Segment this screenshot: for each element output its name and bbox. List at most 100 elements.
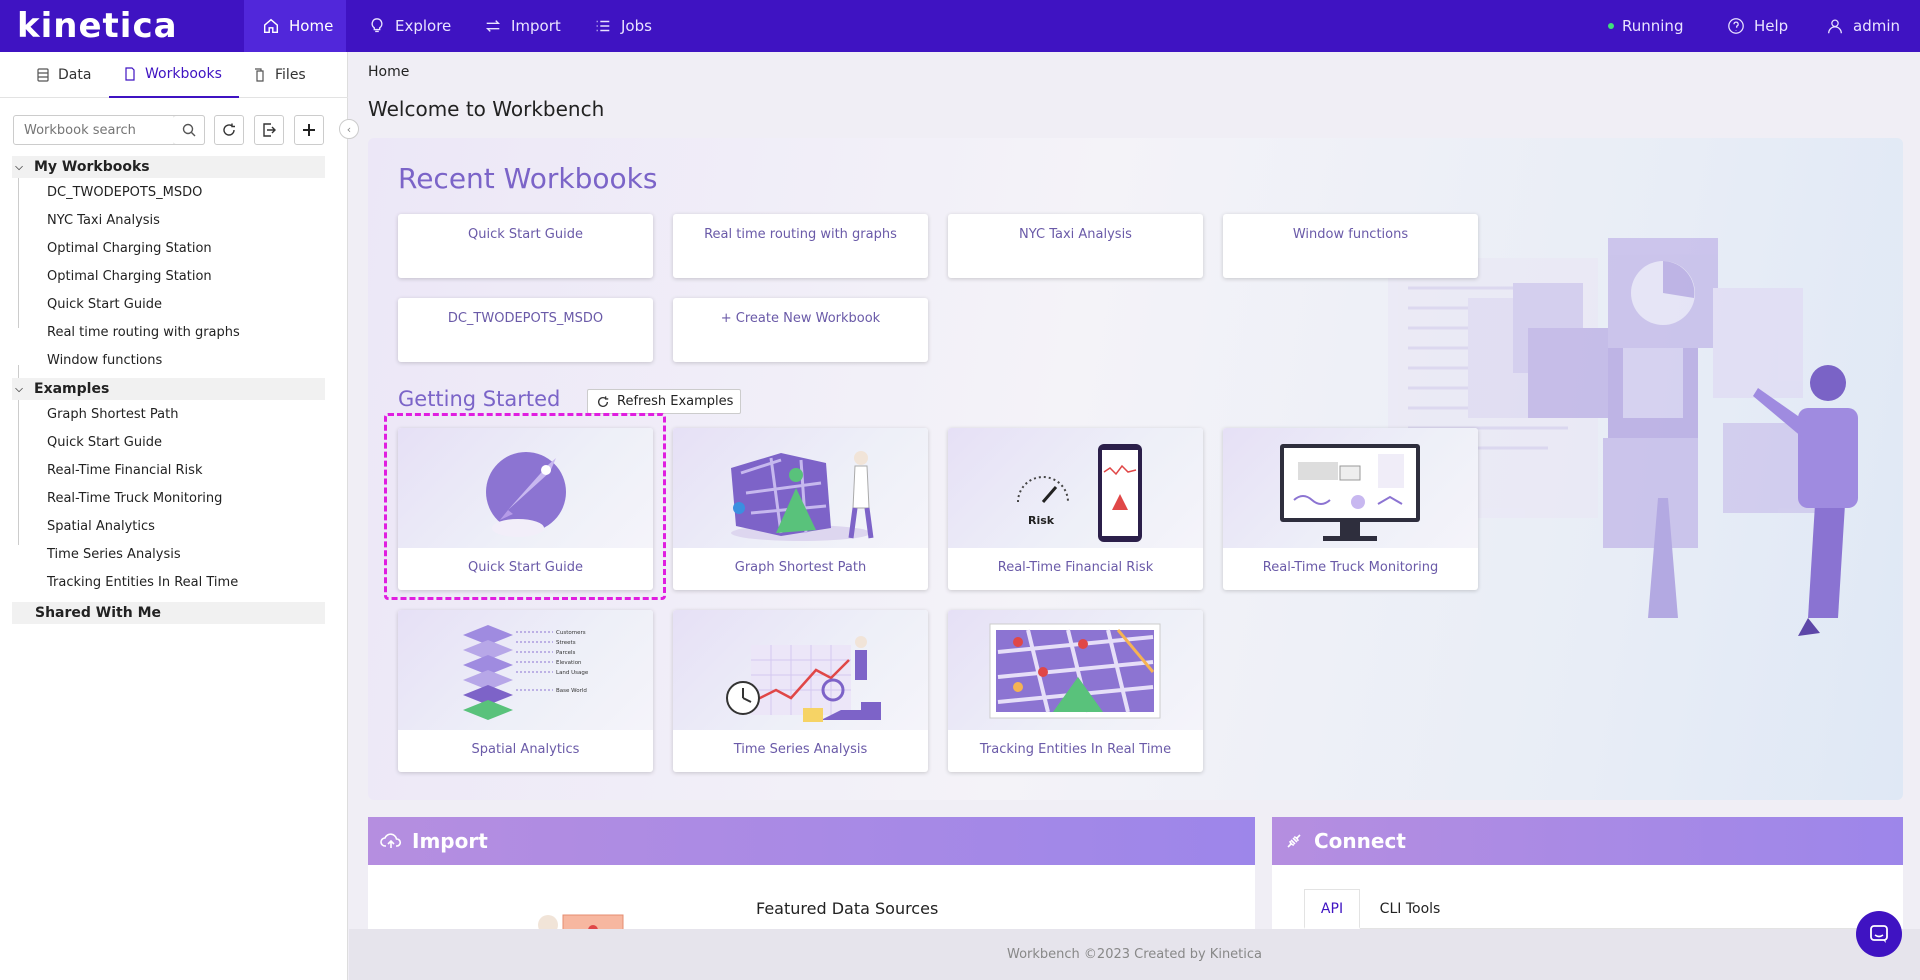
tab-files-label: Files	[275, 67, 306, 83]
tab-files[interactable]: Files	[253, 52, 306, 98]
tree-item[interactable]: Quick Start Guide	[47, 435, 162, 450]
tree-item[interactable]: Tracking Entities In Real Time	[47, 575, 238, 590]
import-panel-header: Import	[368, 817, 1255, 865]
page-title: Welcome to Workbench	[368, 97, 605, 121]
tree-item[interactable]: Real-Time Truck Monitoring	[47, 491, 222, 506]
top-navbar: kinetica Home Explore Import Jobs Runnin…	[0, 0, 1920, 52]
city-map-icon	[731, 451, 874, 541]
tree-item[interactable]: Optimal Charging Station	[47, 269, 212, 284]
home-icon	[263, 18, 279, 34]
sidebar-tabs: Data Workbooks Files	[0, 52, 348, 98]
layer-label: Elevation	[556, 660, 582, 666]
tab-cli-tools[interactable]: CLI Tools	[1364, 889, 1456, 929]
nav-jobs[interactable]: Jobs	[594, 0, 652, 52]
status-label: Running	[1622, 17, 1684, 35]
rocket-icon	[486, 452, 566, 537]
search-button[interactable]	[173, 115, 205, 145]
swap-icon	[485, 20, 501, 32]
example-thumbnail	[673, 428, 928, 548]
connect-panel-header: Connect	[1272, 817, 1903, 865]
layer-label: Streets	[556, 640, 576, 646]
tree-item[interactable]: NYC Taxi Analysis	[47, 213, 160, 228]
example-card-financial-risk[interactable]: Risk Real-Time Financial Risk	[948, 428, 1203, 590]
group-label: My Workbooks	[34, 159, 150, 175]
group-label: Examples	[34, 381, 110, 397]
nav-home[interactable]: Home	[244, 0, 346, 52]
refresh-examples-label: Refresh Examples	[617, 394, 734, 409]
import-workbook-button[interactable]	[254, 115, 284, 145]
example-card-label: Real-Time Truck Monitoring	[1262, 560, 1439, 575]
chevron-down-icon: ⌵	[15, 383, 23, 395]
recent-workbook-card[interactable]: Quick Start Guide	[398, 214, 653, 278]
layer-label: Land Usage	[556, 670, 589, 676]
refresh-button[interactable]	[214, 115, 244, 145]
example-card-spatial-analytics[interactable]: Customers Streets Parcels Elevation Land…	[398, 610, 653, 772]
tab-data[interactable]: Data	[36, 52, 91, 98]
status-dot-icon	[1608, 23, 1614, 29]
layer-label: Customers	[556, 630, 586, 636]
example-card-label: Time Series Analysis	[733, 742, 868, 757]
user-menu[interactable]: admin	[1826, 0, 1900, 52]
refresh-examples-button[interactable]: Refresh Examples	[587, 389, 741, 414]
tree-group-my-workbooks[interactable]: ⌵ My Workbooks	[12, 156, 325, 178]
nav-import-label: Import	[511, 17, 561, 35]
tree-item[interactable]: Real-Time Financial Risk	[47, 463, 202, 478]
help-icon	[1728, 18, 1744, 34]
tracking-map-icon	[989, 623, 1161, 719]
tree-group-shared[interactable]: Shared With Me	[12, 602, 325, 624]
sidebar: Data Workbooks Files ⌵ My Workbooks DC_T…	[0, 52, 348, 980]
recent-workbook-card[interactable]: DC_TWODEPOTS_MSDO	[398, 298, 653, 362]
nav-jobs-label: Jobs	[621, 17, 652, 35]
plug-icon	[1287, 834, 1301, 848]
tree-item[interactable]: Time Series Analysis	[47, 547, 181, 562]
chevron-down-icon: ⌵	[15, 161, 23, 173]
kinetica-logo[interactable]: kinetica	[17, 6, 178, 46]
nav-import[interactable]: Import	[484, 0, 561, 52]
example-card-truck-monitoring[interactable]: Real-Time Truck Monitoring	[1223, 428, 1478, 590]
featured-data-sources-heading: Featured Data Sources	[756, 899, 939, 918]
create-workbook-button[interactable]: + Create New Workbook	[673, 298, 928, 362]
tree-item[interactable]: Quick Start Guide	[47, 297, 162, 312]
risk-label: Risk	[1028, 514, 1055, 527]
recent-workbook-card[interactable]: NYC Taxi Analysis	[948, 214, 1203, 278]
footer-text: Workbench ©2023 Created by Kinetica	[1007, 947, 1262, 962]
connect-title: Connect	[1314, 829, 1406, 853]
tree-item[interactable]: Graph Shortest Path	[47, 407, 178, 422]
hero-panel: Recent Workbooks Quick Start Guide Real …	[368, 138, 1903, 800]
help-label: Help	[1754, 17, 1789, 35]
getting-started-heading: Getting Started	[398, 387, 561, 411]
example-card-label: Spatial Analytics	[471, 742, 580, 757]
recent-workbook-card[interactable]: Window functions	[1223, 214, 1478, 278]
user-label: admin	[1853, 17, 1900, 35]
chat-button[interactable]	[1856, 911, 1902, 957]
tab-workbooks[interactable]: Workbooks	[109, 52, 239, 98]
tree-item[interactable]: Spatial Analytics	[47, 519, 155, 534]
example-card-quick-start[interactable]: Quick Start Guide	[398, 428, 653, 590]
example-card-time-series[interactable]: Time Series Analysis	[673, 610, 928, 772]
tree-line	[18, 175, 19, 328]
import-icon	[263, 123, 276, 137]
tree-item[interactable]: Real time routing with graphs	[47, 325, 240, 340]
tab-api[interactable]: API	[1304, 889, 1360, 929]
tree-item[interactable]: DC_TWODEPOTS_MSDO	[47, 185, 202, 200]
example-card-graph-shortest-path[interactable]: Graph Shortest Path	[673, 428, 928, 590]
nav-explore[interactable]: Explore	[368, 0, 451, 52]
example-card-label: Quick Start Guide	[468, 560, 583, 575]
tab-cli-label: CLI Tools	[1379, 901, 1441, 917]
workbook-icon	[125, 67, 135, 81]
risk-gauge-icon: Risk	[1017, 444, 1142, 542]
tree-item[interactable]: Window functions	[47, 353, 162, 368]
recent-workbooks-heading: Recent Workbooks	[398, 162, 658, 195]
add-workbook-button[interactable]	[294, 115, 324, 145]
user-icon	[1828, 19, 1842, 34]
help-button[interactable]: Help	[1727, 0, 1788, 52]
recent-workbook-card[interactable]: Real time routing with graphs	[673, 214, 928, 278]
tree-item[interactable]: Optimal Charging Station	[47, 241, 212, 256]
example-card-tracking-entities[interactable]: Tracking Entities In Real Time	[948, 610, 1203, 772]
example-card-label: Tracking Entities In Real Time	[979, 742, 1172, 757]
breadcrumb[interactable]: Home	[368, 64, 409, 80]
tree-group-examples[interactable]: ⌵ Examples	[12, 378, 325, 400]
chat-icon	[1870, 925, 1888, 943]
monitor-truck-icon	[1280, 444, 1420, 541]
layer-label: Base World	[556, 688, 587, 694]
